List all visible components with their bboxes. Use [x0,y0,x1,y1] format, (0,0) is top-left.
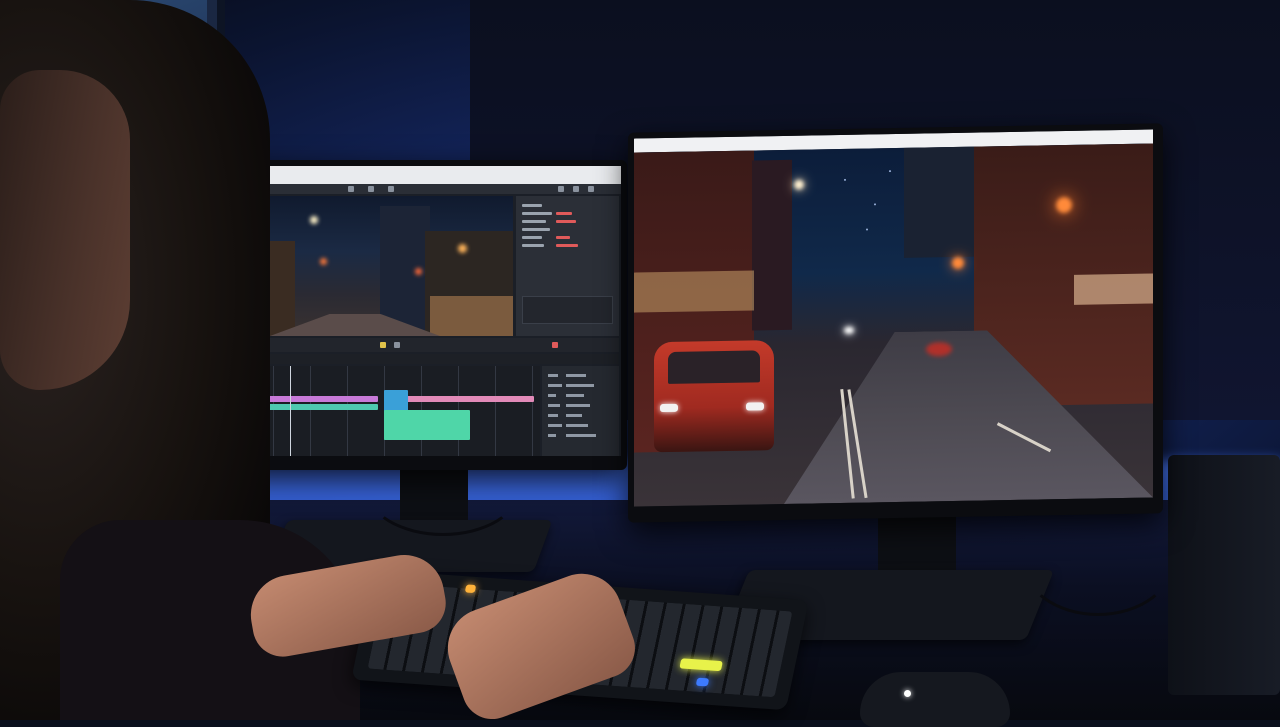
scopes-panel [542,366,619,456]
person [0,0,360,720]
right-monitor-screen [634,129,1153,507]
timeline-clip[interactable] [384,410,470,440]
play-icon[interactable] [380,342,386,348]
inspector-panel[interactable] [516,196,619,336]
mouse[interactable] [860,672,1010,727]
tool-icon[interactable] [388,186,394,192]
glowing-key[interactable] [695,677,710,687]
parked-red-car [654,340,774,453]
tool-icon[interactable] [588,186,594,192]
tool-icon[interactable] [573,186,579,192]
marker-icon[interactable] [552,342,558,348]
inspector-property-block[interactable] [522,296,613,324]
tool-icon[interactable] [558,186,564,192]
stop-icon[interactable] [394,342,400,348]
playhead[interactable] [290,366,291,456]
fullscreen-preview[interactable] [634,143,1153,507]
speaker [1168,455,1280,695]
monitor-cable-right [1020,500,1176,616]
tool-icon[interactable] [348,186,354,192]
tool-icon[interactable] [368,186,374,192]
right-monitor [628,123,1163,523]
